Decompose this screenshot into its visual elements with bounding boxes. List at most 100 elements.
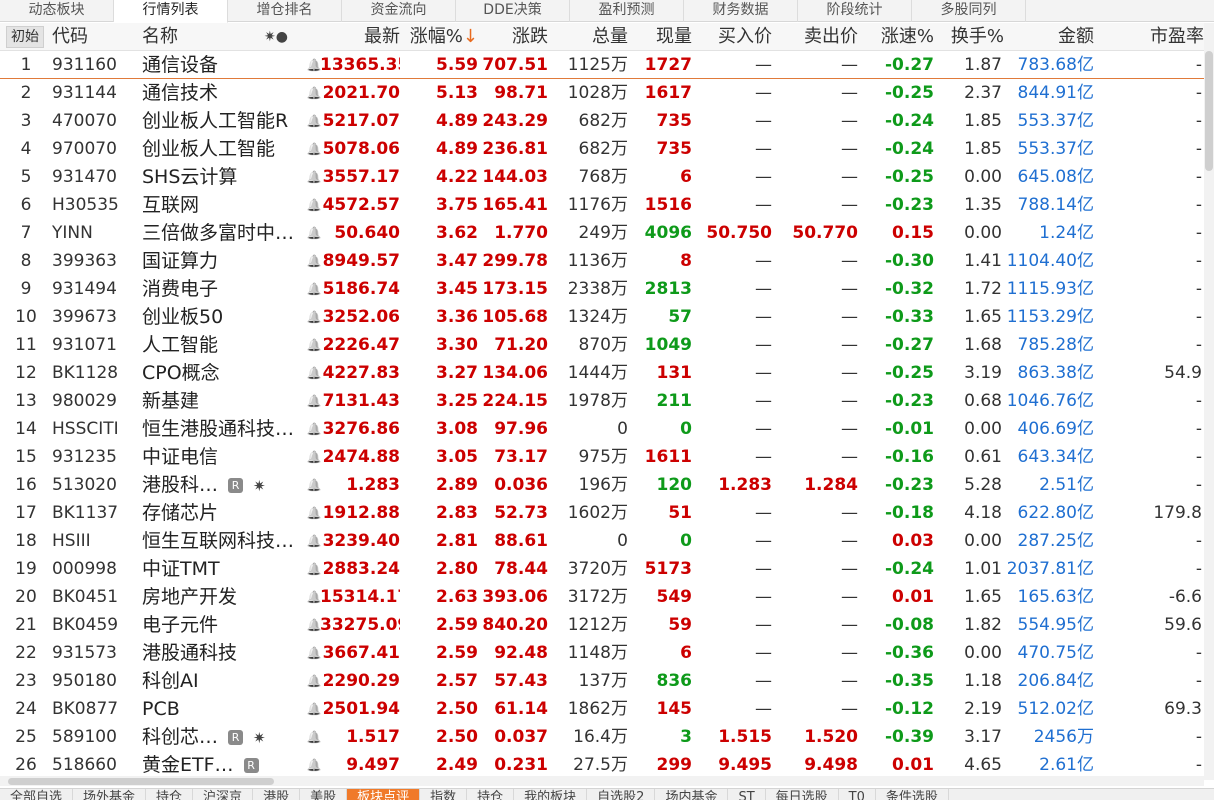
alert-bell-icon[interactable]: 🔔 (304, 79, 324, 107)
header-turnover[interactable]: 换手% (934, 23, 1004, 51)
bottom-tab[interactable]: 条件选股 (876, 789, 949, 800)
top-tab[interactable]: DDE决策 (456, 0, 570, 22)
header-current-volume[interactable]: 现量 (630, 23, 692, 51)
table-row[interactable]: 8 399363 国证算力 8949.57 3.47 299.78 1136万 8 — — -0.3… (0, 247, 1204, 275)
alert-bell-icon[interactable]: 🔔 (304, 639, 324, 667)
alert-bell-icon[interactable]: 🔔 (304, 751, 324, 779)
top-tab[interactable]: 动态板块 (0, 0, 114, 22)
bottom-tab[interactable]: 板块点评 (347, 789, 421, 800)
alert-bell-icon[interactable]: 🔔 (304, 107, 324, 135)
bottom-tab[interactable]: T0 (839, 789, 876, 800)
row-change-pct: 3.62 (436, 223, 478, 243)
header-speed[interactable]: 涨速% (862, 23, 934, 51)
bottom-tab[interactable]: ST (728, 789, 766, 800)
header-amount[interactable]: 金额 (1004, 23, 1094, 51)
alert-bell-icon[interactable]: 🔔 (304, 415, 324, 443)
bottom-tab[interactable]: 我的板块 (514, 789, 588, 800)
bottom-tab[interactable]: 场外基金 (73, 789, 147, 800)
alert-bell-icon[interactable]: 🔔 (304, 443, 324, 471)
reset-sort-button[interactable]: 初始 (6, 26, 44, 48)
alert-bell-icon[interactable]: 🔔 (304, 723, 324, 751)
header-code[interactable]: 代码 (52, 23, 112, 51)
table-row[interactable]: 1 931160 通信设备 13365.35 5.59707.51 1125万 1727 — —… (0, 51, 1204, 79)
horizontal-scrollbar[interactable] (0, 776, 1204, 786)
alert-bell-icon[interactable]: 🔔 (304, 611, 324, 639)
alert-bell-icon[interactable]: 🔔 (304, 527, 324, 555)
row-speed: -0.23 (885, 391, 934, 411)
table-row[interactable]: 17 BK1137 存储芯片 1912.88 2.83 52.73 1602万 51 — — -0.… (0, 499, 1204, 527)
top-tab[interactable]: 资金流向 (342, 0, 456, 22)
bottom-tab[interactable]: 全部自选 (0, 789, 74, 800)
table-row[interactable]: 18 HSIII 恒生互联网科技… 3239.40 2.81 88.61 0 0 — — 0.03 0… (0, 527, 1204, 555)
alert-bell-icon[interactable]: 🔔 (304, 583, 324, 611)
table-row[interactable]: 7 YINN 三倍做多富时中… 50.640 3.62 1.770 249万 4096 50.7… (0, 219, 1204, 247)
header-ask[interactable]: 卖出价 (780, 23, 858, 51)
table-row[interactable]: 22 931573 港股通科技 3667.41 2.59 92.48 1148万 6— — -0.… (0, 639, 1204, 667)
table-row[interactable]: 13 980029 新基建 7131.43 3.25 224.15 1978万 211— — -0… (0, 387, 1204, 415)
table-row[interactable]: 10 399673 创业板50 3252.06 3.36 105.68 1324万 57 — — -… (0, 303, 1204, 331)
top-tab[interactable]: 增仓排名 (228, 0, 342, 22)
alert-bell-icon[interactable]: 🔔 (304, 695, 324, 723)
alert-bell-icon[interactable]: 🔔 (304, 471, 324, 499)
bottom-tab[interactable]: 美股 (300, 789, 348, 800)
alert-bell-icon[interactable]: 🔔 (304, 387, 324, 415)
horizontal-scroll-thumb[interactable] (8, 778, 274, 785)
top-tab[interactable]: 多股同列 (912, 0, 1026, 22)
table-row[interactable]: 4 970070 创业板人工智能 5078.06 4.89 236.81 682万 735 — —… (0, 135, 1204, 163)
table-row[interactable]: 16 513020 港股科… R ✷ 1.283 2.89 0.036 196万 120 1.283… (0, 471, 1204, 499)
bottom-tab[interactable]: 沪深京 (193, 789, 254, 800)
table-row[interactable]: 20 BK0451 房地产开发 15314.17 2.63393.06 3172万 549 —… (0, 583, 1204, 611)
table-row[interactable]: 26 518660 黄金ETF… R 9.497 2.49 0.231 27.5万 299 9.4… (0, 751, 1204, 779)
bottom-tab[interactable]: 自选股2 (587, 789, 656, 800)
table-row[interactable]: 6 H30535 互联网 4572.57 3.75 165.41 1176万 1516 — — -0… (0, 191, 1204, 219)
vertical-scroll-thumb[interactable] (1205, 51, 1213, 171)
table-row[interactable]: 15 931235 中证电信 2474.88 3.05 73.17 975万 1611— — -0… (0, 443, 1204, 471)
header-bid[interactable]: 买入价 (692, 23, 772, 51)
bottom-tab[interactable]: 持仓 (467, 789, 515, 800)
bottom-tab[interactable]: 指数 (420, 789, 468, 800)
vertical-scrollbar[interactable] (1204, 23, 1214, 780)
alert-bell-icon[interactable]: 🔔 (304, 219, 324, 247)
bottom-tab[interactable]: 持仓 (146, 789, 194, 800)
table-row[interactable]: 23 950180 科创AI 2290.29 2.57 57.43 137万 836 — — -0.… (0, 667, 1204, 695)
alert-bell-icon[interactable]: 🔔 (304, 191, 324, 219)
table-row[interactable]: 19 000998 中证TMT 2883.24 2.80 78.44 3720万 5173 — —… (0, 555, 1204, 583)
alert-bell-icon[interactable]: 🔔 (304, 667, 324, 695)
header-latest[interactable]: 最新 (320, 23, 400, 51)
top-tab[interactable]: 行情列表 (114, 0, 228, 23)
header-change-pct[interactable]: 涨幅%↓ (400, 23, 478, 51)
bottom-tab[interactable]: 场内基金 (655, 789, 729, 800)
header-change[interactable]: 涨跌 (478, 23, 548, 51)
alert-bell-icon[interactable]: 🔔 (304, 135, 324, 163)
table-row[interactable]: 5 931470 SHS云计算 3557.17 4.22 144.03 768万 6— — -0.… (0, 163, 1204, 191)
header-pe[interactable]: 市盈率 (1100, 23, 1204, 51)
header-name[interactable]: 名称 (142, 23, 202, 51)
top-tab[interactable]: 财务数据 (684, 0, 798, 22)
header-flag-icons[interactable]: ✷● (264, 23, 294, 51)
table-row[interactable]: 9 931494 消费电子 5186.74 3.45 173.15 2338万 2813 — — -… (0, 275, 1204, 303)
alert-bell-icon[interactable]: 🔔 (304, 275, 324, 303)
top-tab[interactable]: 盈利预测 (570, 0, 684, 22)
alert-bell-icon[interactable]: 🔔 (304, 499, 324, 527)
header-volume[interactable]: 总量 (560, 23, 628, 51)
table-row[interactable]: 2 931144 通信技术 2021.70 5.13 98.71 1028万 1617 — — -0… (0, 79, 1204, 107)
alert-bell-icon[interactable]: 🔔 (304, 163, 324, 191)
table-row[interactable]: 25 589100 科创芯… R ✷ 1.517 2.50 0.037 16.4万 3 1.515 1… (0, 723, 1204, 751)
alert-bell-icon[interactable]: 🔔 (304, 331, 324, 359)
table-row[interactable]: 14 HSSCITI 恒生港股通科技… 3276.86 3.08 97.96 0 0— — -0.… (0, 415, 1204, 443)
alert-bell-icon[interactable]: 🔔 (304, 51, 324, 79)
table-row[interactable]: 24 BK0877 PCB 2501.94 2.50 61.14 1862万 145 — — -0.… (0, 695, 1204, 723)
alert-bell-icon[interactable]: 🔔 (304, 555, 324, 583)
table-row[interactable]: 12 BK1128 CPO概念 4227.83 3.27 134.06 1444万 131 — —… (0, 359, 1204, 387)
top-tab[interactable]: 阶段统计 (798, 0, 912, 22)
table-row[interactable]: 3 470070 创业板人工智能R 5217.07 4.89 243.29 682万 735 —… (0, 107, 1204, 135)
alert-bell-icon[interactable]: 🔔 (304, 247, 324, 275)
bottom-tab[interactable]: 港股 (253, 789, 301, 800)
bottom-tab[interactable]: 每日选股 (766, 789, 839, 800)
row-latest: 1912.88 (322, 503, 400, 523)
alert-bell-icon[interactable]: 🔔 (304, 303, 324, 331)
alert-bell-icon[interactable]: 🔔 (304, 359, 324, 387)
row-current-volume: 1049 (644, 335, 692, 355)
table-row[interactable]: 11 931071 人工智能 2226.47 3.30 71.20 870万 1049 — — -0… (0, 331, 1204, 359)
table-row[interactable]: 21 BK0459 电子元件 33275.09 2.59840.20 1212万 59 — — -… (0, 611, 1204, 639)
